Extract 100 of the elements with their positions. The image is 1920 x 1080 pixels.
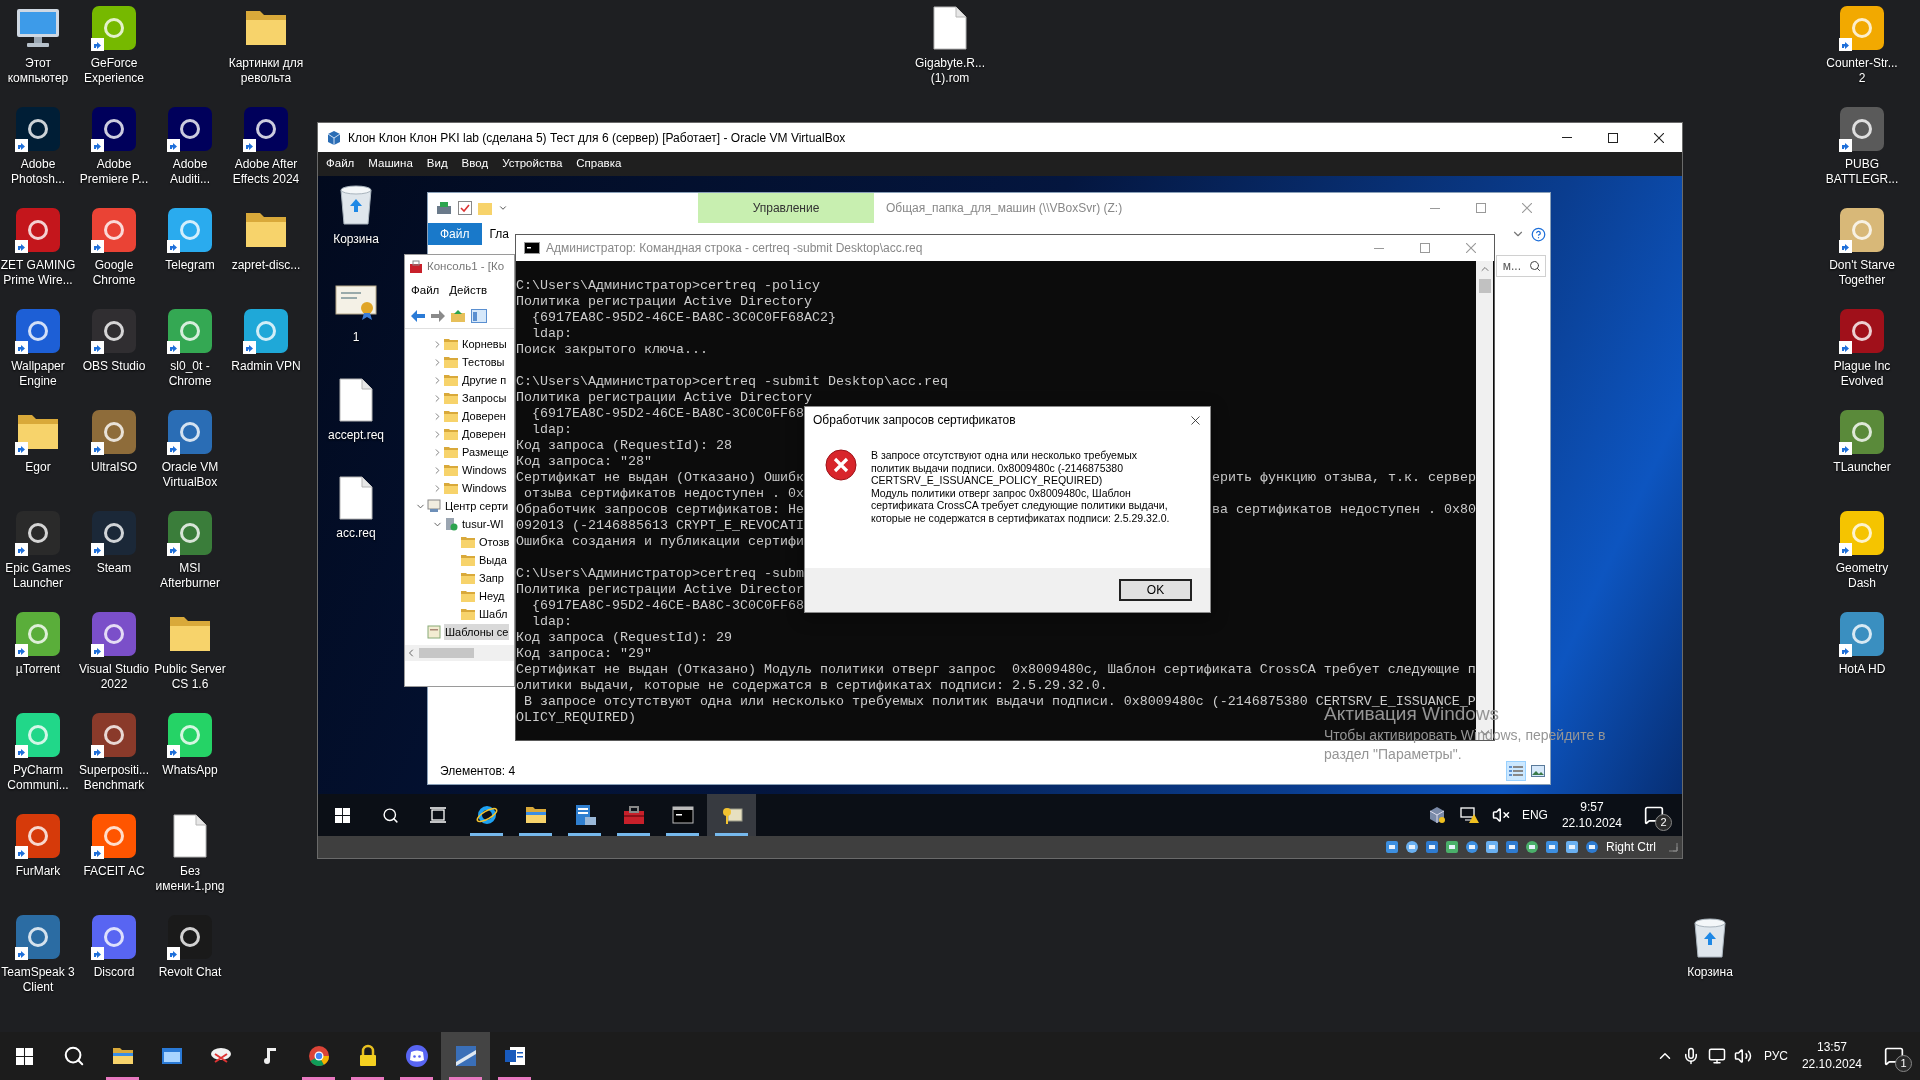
menu-item[interactable]: Справка bbox=[576, 155, 622, 173]
app-icon[interactable] bbox=[16, 915, 60, 959]
tree-item[interactable]: Корневы bbox=[461, 335, 508, 353]
panel-toggle-icon[interactable] bbox=[471, 308, 487, 323]
menu-item[interactable]: Действ bbox=[449, 282, 487, 300]
file-icon[interactable] bbox=[933, 6, 967, 50]
tree-item[interactable]: Размеще bbox=[461, 443, 510, 461]
app-icon[interactable] bbox=[92, 107, 136, 151]
app-icon[interactable] bbox=[168, 410, 212, 454]
cube-icon[interactable] bbox=[1427, 806, 1446, 824]
taskbar-button[interactable] bbox=[707, 794, 756, 836]
app-icon[interactable] bbox=[1840, 309, 1884, 353]
app-icon[interactable] bbox=[16, 208, 60, 252]
cpu-icon[interactable] bbox=[1544, 839, 1560, 855]
tree-item[interactable]: Другие п bbox=[461, 371, 508, 389]
volume-muted-icon[interactable] bbox=[1491, 806, 1510, 824]
clock[interactable]: 13:57 22.10.2024 bbox=[1801, 1039, 1862, 1073]
tree-item[interactable]: Тестовы bbox=[461, 353, 506, 371]
tree-item[interactable]: Выда bbox=[478, 551, 508, 569]
properties-icon[interactable] bbox=[436, 201, 452, 215]
back-arrow-icon[interactable] bbox=[411, 309, 425, 322]
menu-item[interactable]: Ввод bbox=[461, 155, 489, 173]
icon-label: Visual Studio 2022 bbox=[78, 662, 150, 692]
audio-icon[interactable] bbox=[1424, 839, 1440, 855]
recording-icon[interactable] bbox=[1524, 839, 1540, 855]
tree-item[interactable]: Центр серти bbox=[444, 497, 510, 515]
tree-item[interactable]: tusur-WI bbox=[461, 515, 505, 533]
context-tab[interactable]: Управление bbox=[698, 193, 874, 223]
folder-icon[interactable] bbox=[244, 9, 288, 47]
menu-item[interactable]: Файл bbox=[411, 282, 440, 300]
menu-item[interactable]: Файл bbox=[326, 155, 355, 173]
mouse-icon[interactable] bbox=[1564, 839, 1580, 855]
tree-item[interactable]: Windows bbox=[461, 461, 508, 479]
app-icon[interactable] bbox=[92, 511, 136, 555]
tree-item[interactable]: Доверен bbox=[461, 407, 507, 425]
notifications-icon[interactable] bbox=[1644, 805, 1664, 825]
computer-icon[interactable] bbox=[15, 7, 61, 49]
tree-item[interactable]: Шаблоны се bbox=[444, 623, 510, 641]
resize-grip-icon[interactable] bbox=[1668, 842, 1678, 852]
clock[interactable]: 9:57 22.10.2024 bbox=[1561, 799, 1622, 831]
app-icon[interactable] bbox=[16, 511, 60, 555]
app-icon[interactable] bbox=[1840, 107, 1884, 151]
usb-icon[interactable] bbox=[1464, 839, 1480, 855]
app-icon[interactable] bbox=[92, 713, 136, 757]
help-icon[interactable] bbox=[1531, 226, 1546, 242]
checklist-icon[interactable] bbox=[458, 201, 472, 215]
scrollbar-thumb[interactable] bbox=[419, 648, 474, 658]
volume-icon[interactable] bbox=[1733, 1047, 1752, 1065]
language-indicator[interactable]: ENG bbox=[1521, 806, 1548, 824]
app-icon[interactable] bbox=[1840, 410, 1884, 454]
app-icon[interactable] bbox=[16, 814, 60, 858]
file-icon[interactable] bbox=[173, 814, 207, 858]
folder-icon[interactable] bbox=[244, 211, 288, 249]
recycle-bin-icon[interactable] bbox=[338, 182, 374, 226]
certificate-icon[interactable] bbox=[334, 283, 378, 321]
ok-button[interactable]: OK bbox=[1119, 579, 1192, 601]
download-icon[interactable] bbox=[1584, 839, 1600, 855]
network-icon[interactable] bbox=[1707, 1047, 1726, 1065]
app-icon[interactable] bbox=[244, 107, 288, 151]
folder-icon[interactable] bbox=[16, 413, 60, 451]
tree-item[interactable]: Windows bbox=[461, 479, 508, 497]
shared-folder-icon[interactable] bbox=[1484, 839, 1500, 855]
file-icon[interactable] bbox=[339, 476, 373, 520]
up-folder-icon[interactable] bbox=[451, 309, 465, 322]
ribbon-tab[interactable]: Файл bbox=[428, 223, 482, 245]
file-icon[interactable] bbox=[339, 378, 373, 422]
app-icon[interactable] bbox=[92, 208, 136, 252]
scrollbar-thumb[interactable] bbox=[1478, 279, 1491, 293]
search-field[interactable]: м... bbox=[1496, 255, 1546, 277]
tree-item[interactable]: Запросы bbox=[461, 389, 508, 407]
app-icon[interactable] bbox=[92, 410, 136, 454]
network-warning-icon[interactable] bbox=[1459, 806, 1480, 824]
display-icon[interactable] bbox=[1504, 839, 1520, 855]
close-icon bbox=[1654, 132, 1664, 143]
app-icon[interactable] bbox=[92, 612, 136, 656]
folder-icon[interactable] bbox=[168, 615, 212, 653]
tree-item[interactable]: Отозв bbox=[478, 533, 511, 551]
horizontal-scrollbar[interactable] bbox=[405, 645, 514, 661]
app-icon[interactable] bbox=[16, 309, 60, 353]
menu-item[interactable]: Вид bbox=[426, 155, 448, 173]
tree-item[interactable]: Доверен bbox=[461, 425, 507, 443]
app-icon[interactable] bbox=[92, 915, 136, 959]
taskbar-button[interactable] bbox=[441, 1032, 490, 1080]
menu-item[interactable]: Машина bbox=[368, 155, 413, 173]
tree-item[interactable]: Неуд bbox=[478, 587, 506, 605]
tree-item[interactable]: Шабл bbox=[478, 605, 509, 623]
app-icon[interactable] bbox=[168, 511, 212, 555]
app-icon[interactable] bbox=[168, 915, 212, 959]
details-view-button[interactable] bbox=[1506, 761, 1526, 781]
ribbon-tab[interactable]: Гла bbox=[481, 223, 509, 245]
app-icon[interactable] bbox=[168, 107, 212, 151]
app-icon[interactable] bbox=[92, 309, 136, 353]
network-icon[interactable] bbox=[1444, 839, 1460, 855]
forward-arrow-icon[interactable] bbox=[431, 309, 445, 322]
menu-item[interactable]: Устройства bbox=[502, 155, 563, 173]
notifications-icon[interactable] bbox=[1884, 1046, 1904, 1066]
language-indicator[interactable]: РУС bbox=[1763, 1047, 1788, 1065]
app-icon[interactable] bbox=[16, 107, 60, 151]
recycle-bin-icon[interactable] bbox=[1692, 915, 1728, 959]
tree-item[interactable]: Запр bbox=[478, 569, 505, 587]
